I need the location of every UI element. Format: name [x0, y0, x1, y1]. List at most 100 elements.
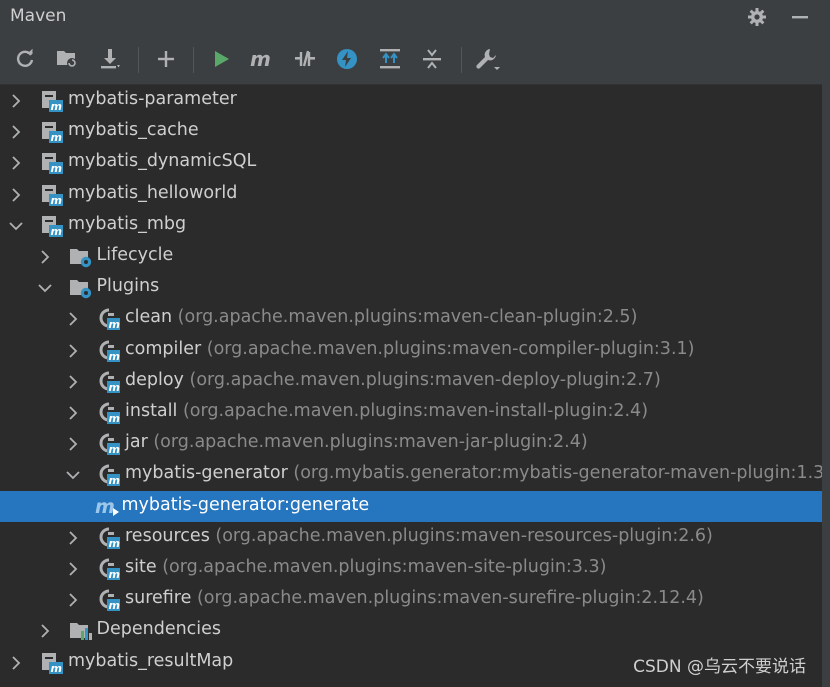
tree-goal-row[interactable]: m mybatis-generator:generate: [0, 490, 822, 522]
plugin-coordinates: (org.apache.maven.plugins:maven-site-plu…: [162, 557, 607, 577]
watermark-text: CSDN @乌云不要说话: [633, 657, 806, 677]
chevron-right-icon[interactable]: [66, 343, 80, 358]
plugin-coordinates: (org.apache.maven.plugins:maven-jar-plug…: [153, 432, 588, 453]
svg-text:m: m: [250, 49, 271, 69]
svg-text:m: m: [109, 318, 120, 330]
tree-node-name: compiler: [125, 338, 202, 359]
chevron-down-icon[interactable]: [37, 280, 52, 294]
chevron-right-icon[interactable]: [38, 249, 52, 264]
svg-text:m: m: [51, 194, 62, 206]
tree-node-label: deploy (org.apache.maven.plugins:maven-d…: [125, 370, 661, 390]
tree-node-label: Dependencies: [97, 619, 222, 639]
maven-project-tree: m mybatis-parameter m mybatis_cache m mybatis…: [0, 85, 822, 687]
plugin-coordinates: (org.apache.maven.plugins:maven-resource…: [215, 525, 713, 546]
right-scroll-strip: [822, 0, 830, 687]
toolbar-separator: [461, 47, 462, 73]
chevron-right-icon[interactable]: [66, 530, 80, 545]
tree-row[interactable]: m jar (org.apache.maven.plugins:maven-jar…: [0, 428, 822, 459]
reload-icon[interactable]: [11, 45, 39, 73]
tree-node-name: jar: [125, 432, 148, 453]
tree-row[interactable]: m clean (org.apache.maven.plugins:maven-c…: [0, 303, 822, 334]
tree-row[interactable]: m mybatis_dynamicSQL: [0, 147, 822, 178]
svg-text:m: m: [109, 599, 120, 611]
tree-node-label: mybatis_resultMap: [68, 651, 233, 671]
chevron-right-icon[interactable]: [9, 655, 23, 670]
svg-text:m: m: [109, 474, 120, 486]
gear-icon[interactable]: [746, 6, 768, 28]
toolbar-separator: [138, 47, 139, 73]
tree-node-name: mybatis_cache: [68, 120, 199, 141]
chevron-right-icon[interactable]: [66, 561, 80, 576]
wrench-settings-icon[interactable]: [474, 45, 502, 73]
toggle-offline-icon[interactable]: [291, 45, 319, 73]
folder-settings-icon: [69, 277, 93, 299]
chevron-right-icon[interactable]: [9, 187, 23, 202]
plugin-icon: m: [97, 433, 121, 456]
plugin-coordinates: (org.apache.maven.plugins:maven-clean-pl…: [177, 307, 638, 328]
tree-node-name: mybatis_helloworld: [68, 182, 238, 203]
tree-node-name: mybatis_resultMap: [68, 650, 234, 671]
tree-node-label: mybatis-generator (org.mybatis.generator…: [125, 463, 822, 483]
plugin-icon: m: [97, 371, 121, 394]
tree-node-label: surefire (org.apache.maven.plugins:maven…: [125, 588, 704, 608]
plugin-icon: m: [97, 464, 121, 487]
minimize-icon[interactable]: [789, 6, 811, 28]
tree-row[interactable]: m deploy (org.apache.maven.plugins:maven-…: [0, 366, 822, 397]
chevron-down-icon[interactable]: [9, 218, 23, 232]
tree-node-name: Dependencies: [96, 619, 222, 640]
chevron-right-icon[interactable]: [38, 623, 52, 639]
tree-row[interactable]: m surefire (org.apache.maven.plugins:mave…: [0, 584, 822, 615]
maven-module-icon: m: [40, 121, 64, 144]
svg-text:m: m: [51, 100, 62, 112]
tree-node-label: mybatis_dynamicSQL: [68, 151, 256, 171]
tree-node-label: install (org.apache.maven.plugins:maven-…: [125, 401, 648, 421]
chevron-right-icon[interactable]: [9, 155, 23, 171]
tree-row[interactable]: m compiler (org.apache.maven.plugins:mave…: [0, 335, 822, 366]
tree-row[interactable]: m mybatis-generator (org.mybatis.generato…: [0, 459, 822, 490]
tree-node-name: mybatis-generator:generate: [121, 494, 370, 515]
collapse-all-icon[interactable]: [418, 45, 446, 73]
plus-icon[interactable]: [152, 45, 180, 73]
tree-node-label: compiler (org.apache.maven.plugins:maven…: [125, 339, 694, 359]
tree-node-name: deploy: [125, 369, 184, 390]
download-icon[interactable]: [96, 45, 124, 73]
chevron-right-icon[interactable]: [66, 311, 80, 327]
tree-row[interactable]: m mybatis_cache: [0, 116, 822, 147]
maven-goal-icon[interactable]: m: [248, 45, 276, 73]
plugin-coordinates: (org.apache.maven.plugins:maven-surefire…: [196, 588, 704, 609]
tree-row[interactable]: Plugins: [0, 272, 822, 303]
tree-row[interactable]: m mybatis_helloworld: [0, 179, 822, 210]
svg-text:m: m: [109, 412, 120, 424]
tool-window-header: Maven: [0, 0, 822, 34]
toolbar-separator: [193, 47, 194, 73]
tree-row[interactable]: m mybatis_mbg: [0, 210, 822, 241]
folder-settings-icon: [69, 246, 93, 268]
chevron-right-icon[interactable]: [66, 374, 80, 389]
plugin-icon: m: [97, 589, 121, 612]
chevron-right-icon[interactable]: [9, 93, 23, 108]
tree-node-name: clean: [125, 307, 173, 328]
skip-tests-icon[interactable]: [333, 45, 361, 73]
svg-text:m: m: [109, 350, 120, 362]
chevron-down-icon[interactable]: [66, 467, 80, 481]
tree-row[interactable]: m resources (org.apache.maven.plugins:mav…: [0, 522, 822, 553]
add-maven-project-icon[interactable]: [53, 45, 81, 73]
tree-row[interactable]: m site (org.apache.maven.plugins:maven-si…: [0, 553, 822, 584]
tool-window-title: Maven: [10, 6, 67, 26]
plugin-coordinates: (org.mybatis.generator:mybatis-generator…: [293, 463, 822, 484]
chevron-right-icon[interactable]: [66, 436, 80, 451]
tree-node-label: clean (org.apache.maven.plugins:maven-cl…: [125, 307, 637, 327]
maven-module-icon: m: [40, 90, 64, 113]
run-icon[interactable]: [207, 45, 235, 73]
tree-node-name: mybatis_dynamicSQL: [68, 151, 257, 172]
plugin-icon: m: [97, 402, 121, 425]
chevron-right-icon[interactable]: [66, 405, 80, 420]
tree-row[interactable]: m install (org.apache.maven.plugins:maven…: [0, 397, 822, 428]
tree-row[interactable]: m mybatis-parameter: [0, 85, 822, 116]
chevron-right-icon[interactable]: [9, 124, 23, 139]
show-dependencies-icon[interactable]: [376, 45, 404, 73]
chevron-right-icon[interactable]: [66, 592, 80, 607]
tree-row[interactable]: Dependencies: [0, 615, 822, 646]
tree-node-label: resources (org.apache.maven.plugins:mave…: [125, 526, 713, 546]
tree-row[interactable]: Lifecycle: [0, 241, 822, 272]
